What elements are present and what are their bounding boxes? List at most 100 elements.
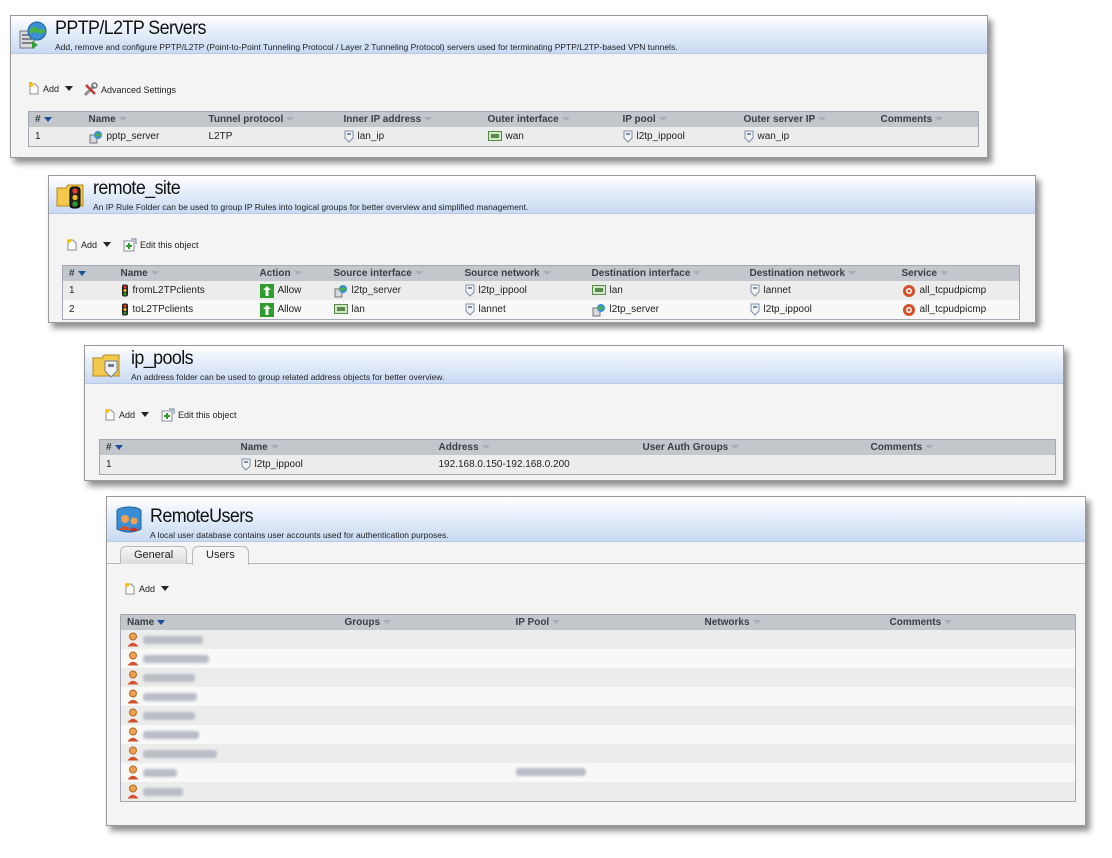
row-destination-interface[interactable]: l2tp_server	[610, 304, 659, 315]
add-label: Add	[139, 583, 156, 594]
column-header-address[interactable]: Address	[432, 439, 637, 455]
table-row[interactable]	[120, 668, 1076, 687]
row-source-interface[interactable]: l2tp_server	[352, 285, 401, 296]
column-header-name[interactable]: Name	[114, 265, 254, 281]
table-row[interactable]: 2 toL2TPclients Allow lan lannet l2tp_se…	[62, 300, 1020, 320]
vpn-server-icon	[89, 130, 102, 143]
table-row[interactable]	[120, 687, 1076, 706]
row-destination-network[interactable]: lannet	[764, 285, 791, 296]
add-button[interactable]: Add	[124, 582, 170, 595]
users-table: Name Groups IP Pool Networks Comments	[120, 614, 1076, 802]
row-source-network[interactable]: lannet	[479, 304, 506, 315]
table-row[interactable]: 1 pptp_server L2TP lan_ip wan l2tp_ippoo…	[28, 127, 979, 147]
user-icon	[127, 746, 139, 761]
user-icon	[127, 727, 139, 742]
address-object-icon	[744, 130, 753, 143]
column-header-outer-server-ip[interactable]: Outer server IP	[737, 111, 875, 127]
row-name[interactable]: fromL2TPclients	[133, 285, 205, 296]
row-destination-interface[interactable]: lan	[610, 285, 623, 296]
column-header-index[interactable]: #	[62, 265, 115, 281]
table-row[interactable]	[120, 649, 1076, 668]
row-name[interactable]: l2tp_ippool	[255, 459, 303, 470]
remote-site-panel: remote_site An IP Rule Folder can be use…	[48, 175, 1036, 323]
advanced-settings-button[interactable]: Advanced Settings	[83, 82, 176, 97]
add-button[interactable]: Add	[28, 82, 74, 95]
table-row[interactable]	[120, 706, 1076, 725]
table-row[interactable]: 1 l2tp_ippool 192.168.0.150-192.168.0.20…	[99, 455, 1056, 475]
sort-desc-icon	[114, 444, 123, 450]
row-outer-interface[interactable]: wan	[506, 131, 524, 142]
row-source-interface[interactable]: lan	[352, 304, 365, 315]
column-header-destination-network[interactable]: Destination network	[743, 265, 896, 281]
user-icon	[127, 632, 139, 647]
address-object-icon	[344, 130, 353, 143]
column-header-outer-interface[interactable]: Outer interface	[481, 111, 617, 127]
panel-description: Add, remove and configure PPTP/L2TP (Poi…	[55, 42, 678, 52]
column-header-name[interactable]: Name	[82, 111, 203, 127]
row-service[interactable]: all_tcpudpicmp	[920, 304, 987, 315]
chevron-down-icon	[161, 586, 170, 591]
column-header-inner-ip[interactable]: Inner IP address	[337, 111, 482, 127]
address-object-icon	[623, 130, 632, 143]
column-header-index[interactable]: #	[28, 111, 83, 127]
column-header-destination-interface[interactable]: Destination interface	[585, 265, 744, 281]
column-header-groups[interactable]: Groups	[338, 614, 510, 630]
column-header-networks[interactable]: Networks	[698, 614, 884, 630]
address-object-icon	[241, 458, 250, 471]
row-outer-server-ip[interactable]: wan_ip	[758, 131, 790, 142]
column-header-comments[interactable]: Comments	[874, 111, 979, 127]
column-header-comments[interactable]: Comments	[883, 614, 1076, 630]
table-row[interactable]	[120, 782, 1076, 802]
column-header-ip-pool[interactable]: IP Pool	[509, 614, 699, 630]
add-label: Add	[119, 409, 136, 420]
column-header-action[interactable]: Action	[253, 265, 328, 281]
column-header-source-network[interactable]: Source network	[458, 265, 586, 281]
add-button[interactable]: Add	[66, 238, 112, 251]
tab-users[interactable]: Users	[192, 546, 249, 565]
tab-general[interactable]: General	[120, 546, 188, 564]
row-ip-pool[interactable]: l2tp_ippool	[637, 131, 685, 142]
column-header-index[interactable]: #	[99, 439, 235, 455]
row-service[interactable]: all_tcpudpicmp	[920, 285, 987, 296]
panel-description: A local user database contains user acco…	[150, 530, 449, 540]
panel-header: PPTP/L2TP Servers Add, remove and config…	[11, 16, 987, 54]
column-header-ip-pool[interactable]: IP pool	[616, 111, 738, 127]
column-header-name[interactable]: Name	[234, 439, 433, 455]
sort-icon	[731, 445, 740, 450]
address-object-icon	[750, 303, 759, 316]
panel-header: ip_pools An address folder can be used t…	[85, 346, 1063, 384]
column-header-source-interface[interactable]: Source interface	[327, 265, 459, 281]
panel-description: An address folder can be used to group r…	[131, 372, 445, 382]
pptp-servers-table: # Name Tunnel protocol Inner IP address …	[28, 111, 979, 147]
allow-icon	[259, 283, 274, 298]
redacted-name	[143, 673, 195, 682]
redacted-name	[143, 749, 217, 758]
edit-object-button[interactable]: Edit this object	[123, 238, 199, 252]
sort-icon	[270, 445, 279, 450]
chevron-down-icon	[65, 86, 74, 91]
row-name[interactable]: toL2TPclients	[133, 304, 194, 315]
table-row[interactable]	[120, 630, 1076, 649]
row-inner-ip[interactable]: lan_ip	[358, 131, 385, 142]
redacted-name	[143, 711, 195, 720]
row-name[interactable]: pptp_server	[107, 131, 160, 142]
column-header-service[interactable]: Service	[895, 265, 1020, 281]
vpn-server-icon	[334, 284, 347, 297]
table-row[interactable]	[120, 744, 1076, 763]
add-button[interactable]: Add	[104, 408, 150, 421]
redacted-name	[143, 768, 177, 777]
ip-pools-panel: ip_pools An address folder can be used t…	[84, 345, 1064, 481]
sort-icon	[925, 445, 934, 450]
panel-header: RemoteUsers A local user database contai…	[107, 497, 1085, 542]
table-row[interactable]: 1 fromL2TPclients Allow l2tp_server l2tp…	[62, 281, 1020, 300]
table-row[interactable]	[120, 725, 1076, 744]
row-destination-network[interactable]: l2tp_ippool	[764, 304, 812, 315]
column-header-name[interactable]: Name	[120, 614, 339, 630]
edit-object-button[interactable]: Edit this object	[161, 408, 237, 422]
column-header-user-auth-groups[interactable]: User Auth Groups	[636, 439, 865, 455]
panel-title: PPTP/L2TP Servers	[55, 18, 206, 39]
row-source-network[interactable]: l2tp_ippool	[479, 285, 527, 296]
column-header-comments[interactable]: Comments	[864, 439, 1056, 455]
table-row[interactable]	[120, 763, 1076, 782]
column-header-tunnel-protocol[interactable]: Tunnel protocol	[202, 111, 338, 127]
